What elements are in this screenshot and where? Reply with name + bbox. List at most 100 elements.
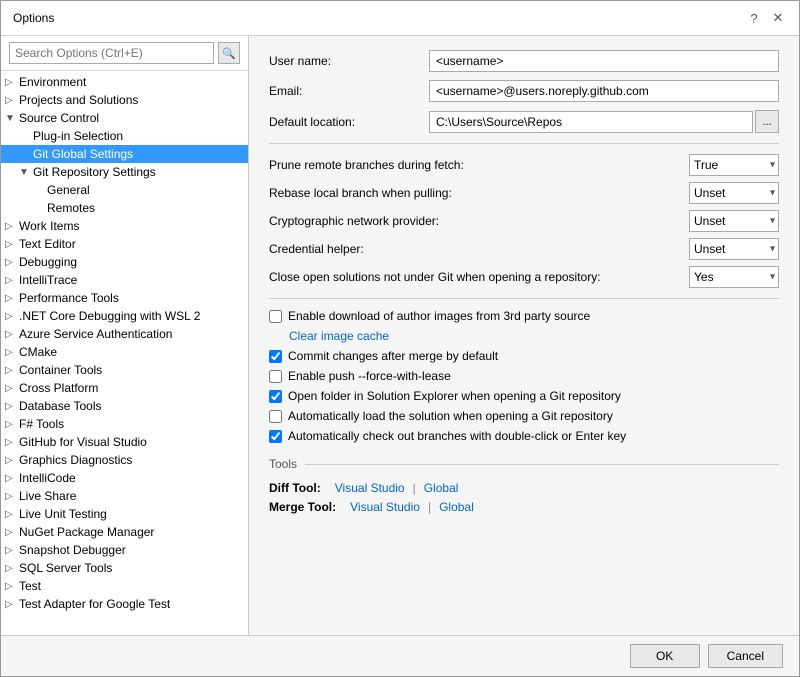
auto-load-checkbox[interactable]	[269, 410, 282, 423]
commit-changes-row: Commit changes after merge by default	[269, 349, 779, 363]
tree-item-snapshot-debugger[interactable]: ▷ Snapshot Debugger	[1, 541, 248, 559]
merge-separator: |	[428, 500, 431, 514]
tree-item-label: Graphics Diagnostics	[19, 453, 132, 467]
tree-item-source-control[interactable]: ▼ Source Control	[1, 109, 248, 127]
tree-item-label: NuGet Package Manager	[19, 525, 154, 539]
tree-item-label: Environment	[19, 75, 86, 89]
merge-tool-row: Merge Tool: Visual Studio | Global	[269, 500, 779, 514]
tree-item-database-tools[interactable]: ▷ Database Tools	[1, 397, 248, 415]
tree-item-sql-server-tools[interactable]: ▷ SQL Server Tools	[1, 559, 248, 577]
download-images-checkbox[interactable]	[269, 310, 282, 323]
tree-item-debugging[interactable]: ▷ Debugging	[1, 253, 248, 271]
username-input[interactable]	[429, 50, 779, 72]
tree-item-label: Text Editor	[19, 237, 76, 251]
tree-item-label: Live Unit Testing	[19, 507, 107, 521]
close-button[interactable]: ✕	[769, 9, 787, 27]
expand-icon: ▷	[5, 239, 19, 250]
clear-image-cache-link[interactable]: Clear image cache	[289, 329, 389, 343]
cancel-button[interactable]: Cancel	[708, 644, 783, 668]
expand-icon: ▷	[5, 347, 19, 358]
tree-item-cmake[interactable]: ▷ CMake	[1, 343, 248, 361]
tree-item-fsharp-tools[interactable]: ▷ F# Tools	[1, 415, 248, 433]
diff-visual-studio-link[interactable]: Visual Studio	[335, 481, 405, 495]
tree-item-live-unit-testing[interactable]: ▷ Live Unit Testing	[1, 505, 248, 523]
merge-tool-label: Merge Tool:	[269, 500, 336, 514]
tree-item-github-vs[interactable]: ▷ GitHub for Visual Studio	[1, 433, 248, 451]
expand-icon: ▷	[5, 419, 19, 430]
expand-icon: ▷	[5, 527, 19, 538]
expand-icon: ▷	[5, 401, 19, 412]
search-input[interactable]	[9, 42, 214, 64]
tree-item-label: SQL Server Tools	[19, 561, 112, 575]
tree-item-remotes[interactable]: Remotes	[1, 199, 248, 217]
default-location-input[interactable]	[429, 111, 753, 133]
crypto-dropdown[interactable]: Unset OpenSSL SChannel	[689, 210, 779, 232]
close-solutions-label: Close open solutions not under Git when …	[269, 270, 689, 284]
expand-icon: ▷	[5, 563, 19, 574]
enable-push-row: Enable push --force-with-lease	[269, 369, 779, 383]
close-solutions-dropdown[interactable]: Yes No	[689, 266, 779, 288]
tree-item-performance-tools[interactable]: ▷ Performance Tools	[1, 289, 248, 307]
auto-load-label: Automatically load the solution when ope…	[288, 409, 613, 423]
commit-changes-label: Commit changes after merge by default	[288, 349, 498, 363]
tree-item-live-share[interactable]: ▷ Live Share	[1, 487, 248, 505]
tree-item-container-tools[interactable]: ▷ Container Tools	[1, 361, 248, 379]
merge-visual-studio-link[interactable]: Visual Studio	[350, 500, 420, 514]
prune-dropdown[interactable]: True False	[689, 154, 779, 176]
tree-item-label: Container Tools	[19, 363, 102, 377]
tree-item-nuget[interactable]: ▷ NuGet Package Manager	[1, 523, 248, 541]
tree-item-cross-platform[interactable]: ▷ Cross Platform	[1, 379, 248, 397]
tree-item-label: Test	[19, 579, 41, 593]
tree-item-work-items[interactable]: ▷ Work Items	[1, 217, 248, 235]
tree-item-label: Git Repository Settings	[33, 165, 156, 179]
download-images-label: Enable download of author images from 3r…	[288, 309, 590, 323]
browse-button[interactable]: ...	[755, 110, 779, 133]
tree-item-net-core-debugging[interactable]: ▷ .NET Core Debugging with WSL 2	[1, 307, 248, 325]
prune-label: Prune remote branches during fetch:	[269, 158, 689, 172]
rebase-label: Rebase local branch when pulling:	[269, 186, 689, 200]
tree-item-git-global-settings[interactable]: Git Global Settings	[1, 145, 248, 163]
tree-item-plug-in-selection[interactable]: Plug-in Selection	[1, 127, 248, 145]
email-row: Email:	[269, 80, 779, 102]
tree-item-graphics-diagnostics[interactable]: ▷ Graphics Diagnostics	[1, 451, 248, 469]
tree-item-test[interactable]: ▷ Test	[1, 577, 248, 595]
diff-separator: |	[413, 481, 416, 495]
diff-global-link[interactable]: Global	[424, 481, 459, 495]
tree-item-intellitrace[interactable]: ▷ IntelliTrace	[1, 271, 248, 289]
diff-tool-row: Diff Tool: Visual Studio | Global	[269, 481, 779, 495]
ok-button[interactable]: OK	[630, 644, 700, 668]
tree-item-label: IntelliTrace	[19, 273, 77, 287]
tree-item-projects-solutions[interactable]: ▷ Projects and Solutions	[1, 91, 248, 109]
expand-icon: ▷	[5, 365, 19, 376]
auto-checkout-checkbox[interactable]	[269, 430, 282, 443]
tree-item-azure-service-auth[interactable]: ▷ Azure Service Authentication	[1, 325, 248, 343]
tree-item-label: CMake	[19, 345, 57, 359]
credential-dropdown[interactable]: Unset GCM Core GCM	[689, 238, 779, 260]
credential-row: Credential helper: Unset GCM Core GCM	[269, 238, 779, 260]
tree-item-general[interactable]: General	[1, 181, 248, 199]
title-bar: Options ? ✕	[1, 1, 799, 36]
expand-icon: ▷	[5, 293, 19, 304]
enable-push-label: Enable push --force-with-lease	[288, 369, 451, 383]
tree-item-test-adapter-google[interactable]: ▷ Test Adapter for Google Test	[1, 595, 248, 613]
expand-icon: ▷	[5, 545, 19, 556]
tree-item-label: Live Share	[19, 489, 76, 503]
clear-cache-container: Clear image cache	[289, 329, 779, 343]
username-row: User name:	[269, 50, 779, 72]
tree-item-text-editor[interactable]: ▷ Text Editor	[1, 235, 248, 253]
tree-item-intellicode[interactable]: ▷ IntelliCode	[1, 469, 248, 487]
rebase-dropdown[interactable]: Unset True False	[689, 182, 779, 204]
commit-changes-checkbox[interactable]	[269, 350, 282, 363]
enable-push-checkbox[interactable]	[269, 370, 282, 383]
email-input[interactable]	[429, 80, 779, 102]
tree-item-label: Cross Platform	[19, 381, 98, 395]
tree-item-git-repository-settings[interactable]: ▼ Git Repository Settings	[1, 163, 248, 181]
diff-tool-label: Diff Tool:	[269, 481, 321, 495]
search-icon[interactable]: 🔍	[218, 42, 240, 64]
search-box: 🔍	[1, 36, 248, 71]
tree-item-environment[interactable]: ▷ Environment	[1, 73, 248, 91]
merge-global-link[interactable]: Global	[439, 500, 474, 514]
expand-icon: ▷	[5, 77, 19, 88]
help-button[interactable]: ?	[745, 9, 763, 27]
open-folder-checkbox[interactable]	[269, 390, 282, 403]
